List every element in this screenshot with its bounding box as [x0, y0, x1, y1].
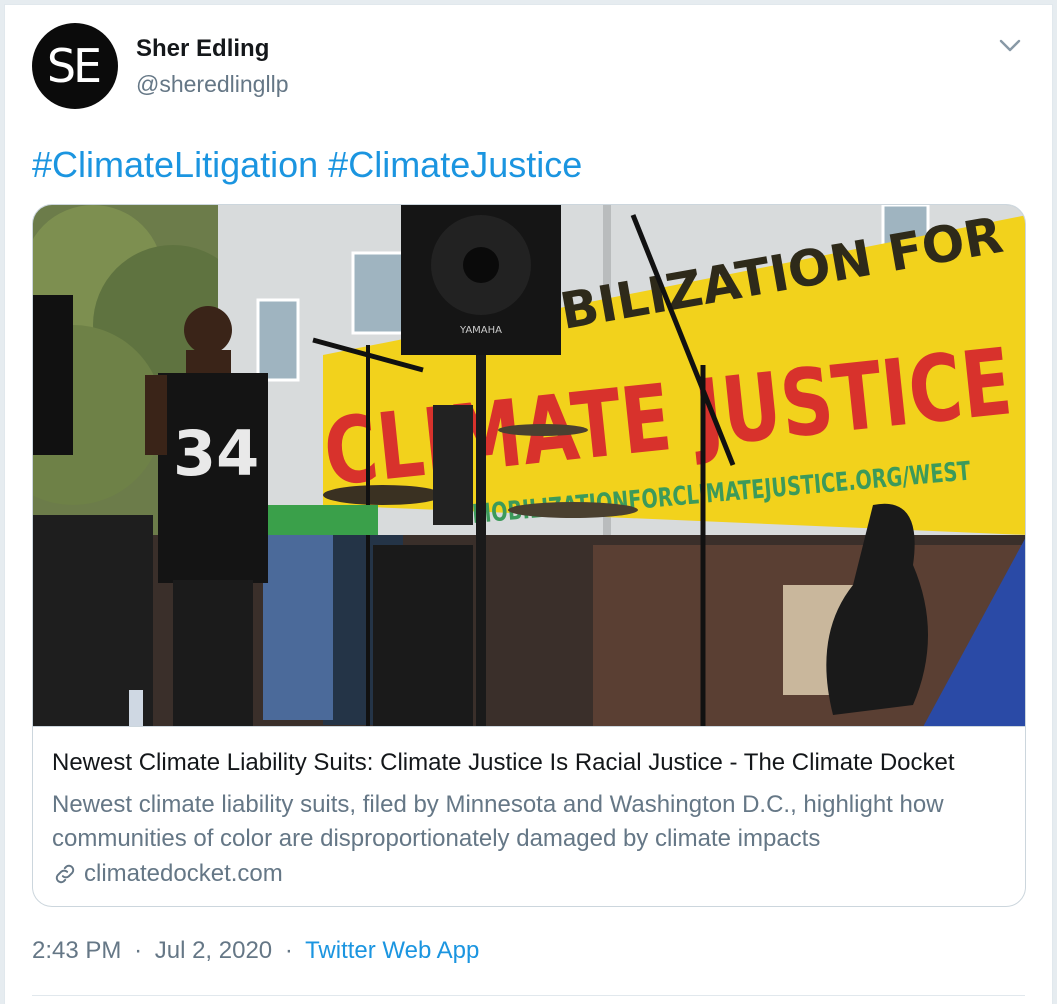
tweet-source-link[interactable]: Twitter Web App: [305, 937, 479, 964]
jersey-number-text: 34: [173, 417, 259, 490]
author-handle[interactable]: @sheredlingllp: [136, 71, 289, 98]
author-name[interactable]: Sher Edling: [136, 35, 269, 63]
card-image: MOBILIZATION FOR CLIMATE JUSTICE MOBILIZ…: [33, 205, 1025, 727]
tweet-menu-button[interactable]: [992, 31, 1028, 61]
avatar[interactable]: SE: [32, 23, 118, 109]
tweet: SE Sher Edling @sheredlingllp #ClimateLi…: [4, 4, 1053, 1004]
tweet-date[interactable]: Jul 2, 2020: [155, 937, 272, 964]
card-domain-text: climatedocket.com: [84, 860, 283, 887]
hashtag-link[interactable]: #ClimateLitigation: [32, 144, 318, 185]
card-title: Newest Climate Liability Suits: Climate …: [52, 749, 955, 776]
chevron-down-icon: [999, 39, 1021, 52]
tweet-text: #ClimateLitigation #ClimateJustice: [32, 143, 582, 187]
meta-separator: ·: [134, 937, 143, 964]
tweet-meta: 2:43 PM · Jul 2, 2020 · Twitter Web App: [32, 937, 479, 965]
divider: [32, 995, 1025, 996]
card-domain: climatedocket.com: [52, 858, 283, 890]
avatar-initials: SE: [46, 39, 102, 93]
meta-separator: ·: [284, 937, 293, 964]
hashtag-link[interactable]: #ClimateJustice: [328, 144, 582, 185]
speaker-brand-text: YAMAHA: [459, 325, 502, 336]
card-description: Newest climate liability suits, filed by…: [52, 791, 944, 852]
tweet-time[interactable]: 2:43 PM: [32, 937, 121, 964]
link-card[interactable]: MOBILIZATION FOR CLIMATE JUSTICE MOBILIZ…: [32, 204, 1026, 907]
link-icon: [55, 864, 75, 884]
